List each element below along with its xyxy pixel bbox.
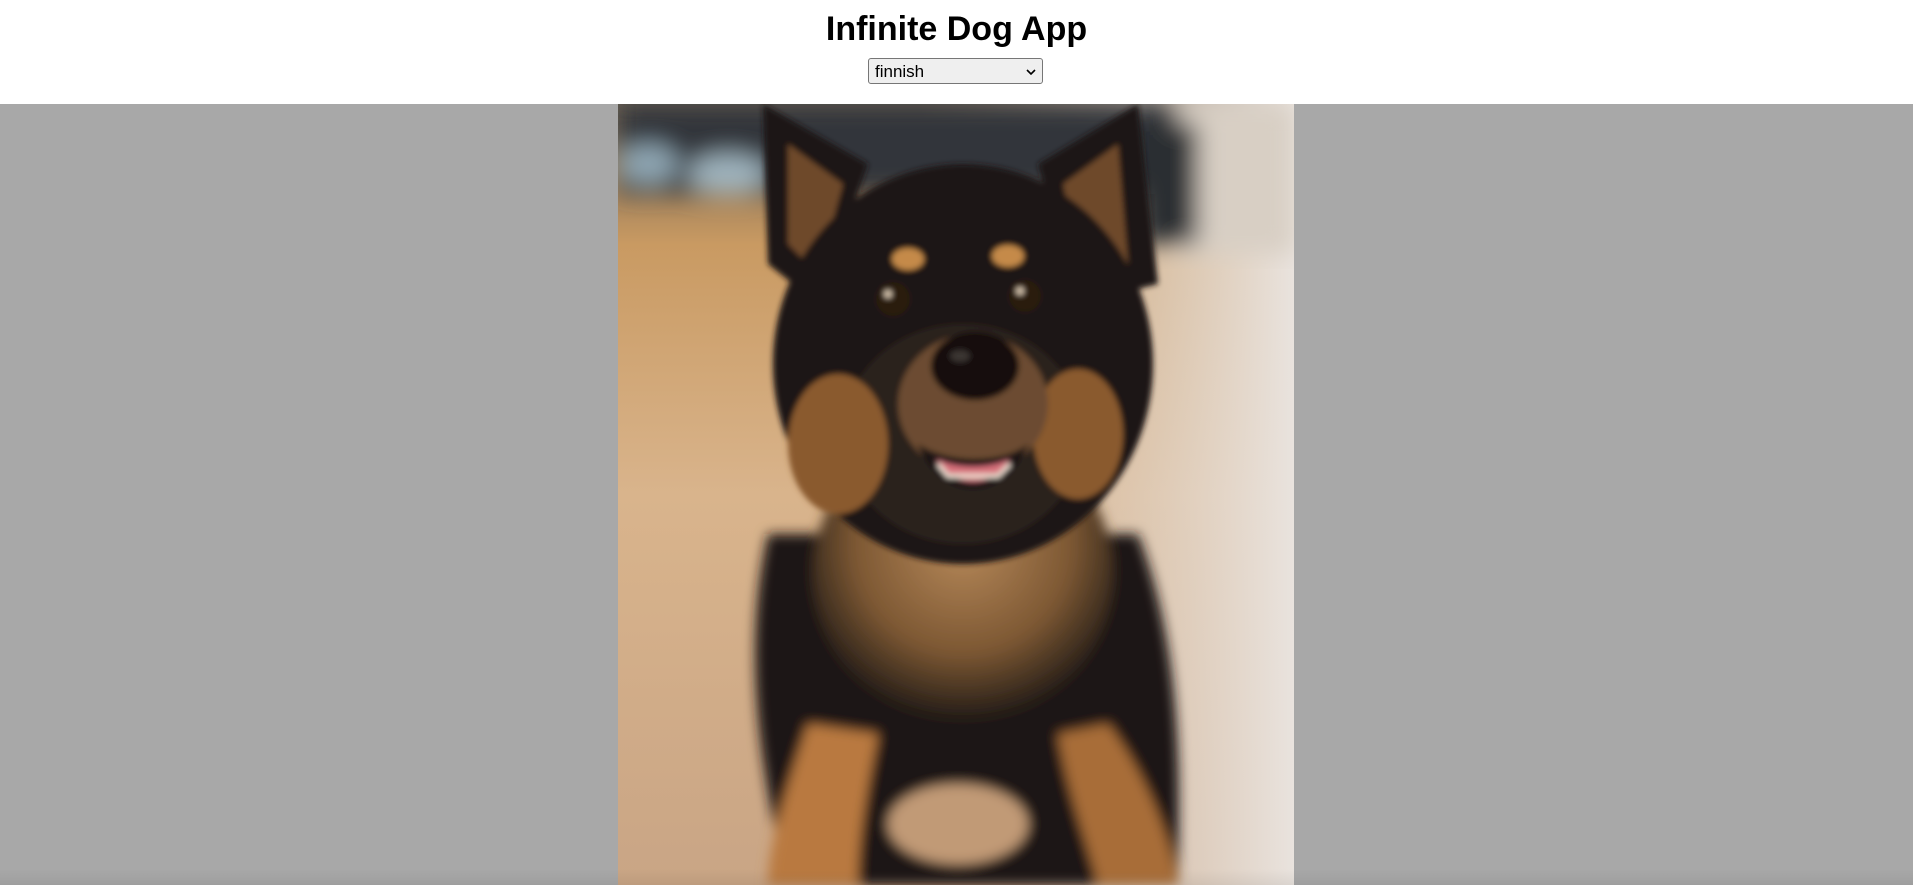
chevron-down-icon (1025, 65, 1037, 77)
image-stage (0, 104, 1913, 885)
stage-bottom-shade (0, 869, 1913, 885)
breed-select-wrapper: finnish (868, 58, 1043, 84)
page-title: Infinite Dog App (825, 10, 1088, 48)
breed-select[interactable]: finnish (868, 58, 1043, 84)
app-header: Infinite Dog App finnish (0, 0, 1913, 104)
breed-select-value: finnish (875, 62, 925, 81)
dog-photo (618, 104, 1294, 885)
